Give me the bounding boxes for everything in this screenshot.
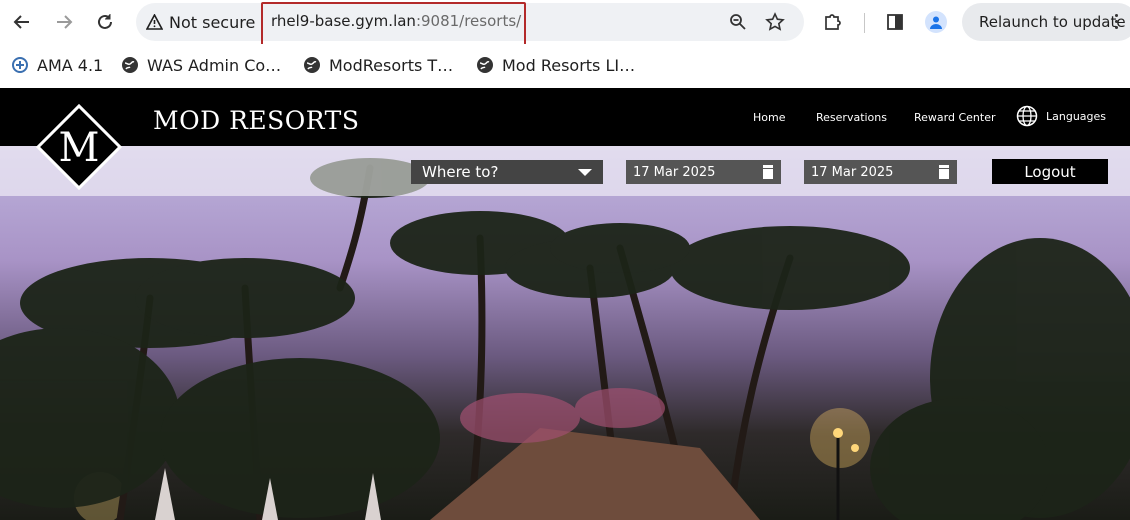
web-page: MOD RESORTS Home Reservations Reward Cen… [0, 88, 1130, 520]
browser-menu-icon[interactable] [1115, 14, 1118, 29]
site-header: MOD RESORTS Home Reservations Reward Cen… [0, 88, 1130, 146]
bookmark-ama[interactable]: AMA 4.1 [11, 54, 103, 76]
security-indicator[interactable]: Not secure [146, 11, 255, 33]
nav-reservations[interactable]: Reservations [816, 111, 887, 124]
extensions-button[interactable] [821, 10, 845, 34]
nav-languages[interactable]: Languages [1016, 105, 1106, 127]
mod-resorts-logo[interactable]: M [35, 103, 123, 191]
ama-icon [12, 57, 28, 73]
calendar-icon[interactable] [939, 165, 949, 179]
url-host: rhel9-base.gym.lan [271, 12, 416, 30]
bookmark-modresorts-li[interactable]: Mod Resorts LI… [476, 54, 635, 76]
globe-icon [1016, 105, 1038, 127]
browser-toolbar: Not secure rhel9-base.gym.lan:9081/resor… [0, 0, 1130, 46]
arrow-right-icon [57, 15, 73, 29]
bookmark-label: ModResorts T… [329, 55, 454, 75]
side-panel-button[interactable] [883, 10, 907, 34]
destination-select[interactable]: Where to? [411, 160, 603, 184]
globe-icon [477, 57, 493, 73]
security-label: Not secure [169, 12, 256, 32]
back-button[interactable] [8, 8, 36, 36]
nav-home[interactable]: Home [753, 111, 785, 124]
person-icon [930, 16, 942, 29]
check-out-value: 17 Mar 2025 [811, 164, 894, 180]
bookmark-label: AMA 4.1 [37, 55, 104, 75]
relaunch-button[interactable]: Relaunch to update [962, 3, 1130, 41]
bookmark-label: Mod Resorts LI… [502, 55, 636, 75]
toolbar-separator [864, 13, 865, 33]
calendar-icon[interactable] [763, 165, 773, 179]
relaunch-label: Relaunch to update [979, 13, 1126, 31]
zoom-button[interactable] [726, 10, 750, 34]
bookmark-was-admin[interactable]: WAS Admin Co… [121, 54, 281, 76]
logo-letter: M [59, 125, 100, 171]
url-text[interactable]: rhel9-base.gym.lan:9081/resorts/ [271, 12, 521, 30]
bookmarks-bar: AMA 4.1 WAS Admin Co… ModResorts T… Mod … [0, 44, 1130, 88]
globe-icon [122, 57, 138, 73]
url-path: :9081/resorts/ [415, 12, 522, 30]
zoom-icon [730, 14, 746, 30]
arrow-left-icon [13, 15, 29, 29]
forward-button[interactable] [50, 8, 78, 36]
check-in-date[interactable]: 17 Mar 2025 [626, 160, 781, 184]
destination-value: Where to? [422, 163, 499, 181]
star-icon [765, 12, 785, 31]
puzzle-icon [825, 14, 841, 30]
reload-button[interactable] [91, 8, 119, 36]
brand-title[interactable]: MOD RESORTS [153, 106, 359, 135]
nav-languages-label: Languages [1046, 109, 1107, 123]
warning-icon [146, 14, 163, 30]
side-panel-icon [887, 14, 903, 30]
check-in-value: 17 Mar 2025 [633, 164, 716, 180]
bookmark-star-button[interactable] [763, 10, 787, 34]
profile-avatar[interactable] [925, 11, 947, 33]
nav-reward-center[interactable]: Reward Center [914, 111, 996, 124]
bookmark-modresorts-t[interactable]: ModResorts T… [303, 54, 453, 76]
caret-down-icon [578, 169, 592, 176]
bookmark-label: WAS Admin Co… [147, 55, 282, 75]
reload-icon [98, 14, 112, 29]
check-out-date[interactable]: 17 Mar 2025 [804, 160, 957, 184]
globe-icon [304, 57, 320, 73]
logout-button[interactable]: Logout [992, 159, 1108, 184]
